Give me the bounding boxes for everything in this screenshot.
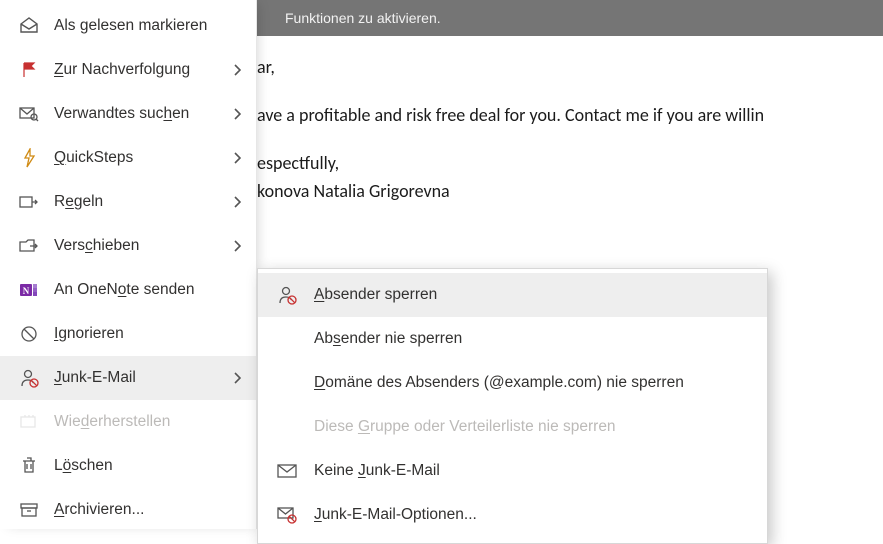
menu-ignore[interactable]: Ignorieren — [0, 312, 256, 356]
email-greeting: ar, — [257, 54, 883, 82]
menu-rules[interactable]: Regeln — [0, 180, 256, 224]
menu-move[interactable]: Verschieben — [0, 224, 256, 268]
chevron-right-icon — [230, 240, 244, 252]
menu-label: Wiederherstellen — [54, 413, 244, 431]
menu-follow-up[interactable]: Zur Nachverfolgung — [0, 48, 256, 92]
menu-related-search[interactable]: Verwandtes suchen — [0, 92, 256, 136]
restore-icon — [18, 411, 40, 433]
menu-mark-read[interactable]: Als gelesen markieren — [0, 4, 256, 48]
submenu-never-block-domain[interactable]: Domäne des Absenders (@example.com) nie … — [258, 361, 767, 405]
trash-icon — [18, 455, 40, 477]
menu-label: Ignorieren — [54, 325, 244, 343]
blank-icon — [276, 328, 298, 350]
folder-move-icon — [18, 235, 40, 257]
rules-icon — [18, 191, 40, 213]
chevron-right-icon — [230, 152, 244, 164]
menu-label: Archivieren... — [54, 501, 244, 519]
email-body: ar, ave a profitable and risk free deal … — [257, 36, 883, 206]
submenu-label: Junk-E-Mail-Optionen... — [314, 506, 477, 524]
submenu-label: Absender nie sperren — [314, 330, 462, 348]
svg-text:N: N — [23, 286, 30, 296]
menu-quicksteps[interactable]: QuickSteps — [0, 136, 256, 180]
notification-bar: Funktionen zu aktivieren. — [257, 0, 883, 36]
submenu-label: Domäne des Absenders (@example.com) nie … — [314, 374, 684, 392]
lightning-icon — [18, 147, 40, 169]
chevron-right-icon — [230, 372, 244, 384]
submenu-block-sender[interactable]: Absender sperren — [258, 273, 767, 317]
menu-label: Junk-E-Mail — [54, 369, 230, 387]
menu-delete[interactable]: Löschen — [0, 444, 256, 488]
submenu-not-junk[interactable]: Keine Junk-E-Mail — [258, 449, 767, 493]
notification-text: Funktionen zu aktivieren. — [285, 10, 441, 26]
junk-submenu: Absender sperren Absender nie sperren Do… — [257, 268, 768, 544]
submenu-label: Diese Gruppe oder Verteilerliste nie spe… — [314, 418, 616, 436]
envelope-search-icon — [18, 103, 40, 125]
flag-icon — [18, 59, 40, 81]
ignore-icon — [18, 323, 40, 345]
envelope-block-icon — [276, 504, 298, 526]
menu-restore: Wiederherstellen — [0, 400, 256, 444]
chevron-right-icon — [230, 64, 244, 76]
menu-label: Als gelesen markieren — [54, 17, 244, 35]
email-closing: espectfully, — [257, 150, 883, 178]
chevron-right-icon — [230, 196, 244, 208]
menu-label: Regeln — [54, 193, 230, 211]
menu-onenote[interactable]: N An OneNote senden — [0, 268, 256, 312]
menu-junk[interactable]: Junk-E-Mail — [0, 356, 256, 400]
context-menu: Als gelesen markieren Zur Nachverfolgung… — [0, 0, 257, 529]
submenu-never-block-group: Diese Gruppe oder Verteilerliste nie spe… — [258, 405, 767, 449]
chevron-right-icon — [230, 108, 244, 120]
menu-label: An OneNote senden — [54, 281, 244, 299]
menu-label: QuickSteps — [54, 149, 230, 167]
person-block-icon — [18, 367, 40, 389]
menu-archive[interactable]: Archivieren... — [0, 488, 256, 532]
submenu-label: Keine Junk-E-Mail — [314, 462, 440, 480]
menu-label: Löschen — [54, 457, 244, 475]
envelope-open-icon — [18, 15, 40, 37]
email-content: ave a profitable and risk free deal for … — [257, 102, 883, 130]
menu-label: Zur Nachverfolgung — [54, 61, 230, 79]
archive-icon — [18, 499, 40, 521]
envelope-icon — [276, 460, 298, 482]
email-sender: konova Natalia Grigorevna — [257, 178, 883, 206]
submenu-never-block-sender[interactable]: Absender nie sperren — [258, 317, 767, 361]
submenu-label: Absender sperren — [314, 286, 437, 304]
blank-icon — [276, 372, 298, 394]
submenu-junk-options[interactable]: Junk-E-Mail-Optionen... — [258, 493, 767, 537]
menu-label: Verschieben — [54, 237, 230, 255]
person-block-icon — [276, 284, 298, 306]
menu-label: Verwandtes suchen — [54, 105, 230, 123]
blank-icon — [276, 416, 298, 438]
onenote-icon: N — [18, 279, 40, 301]
